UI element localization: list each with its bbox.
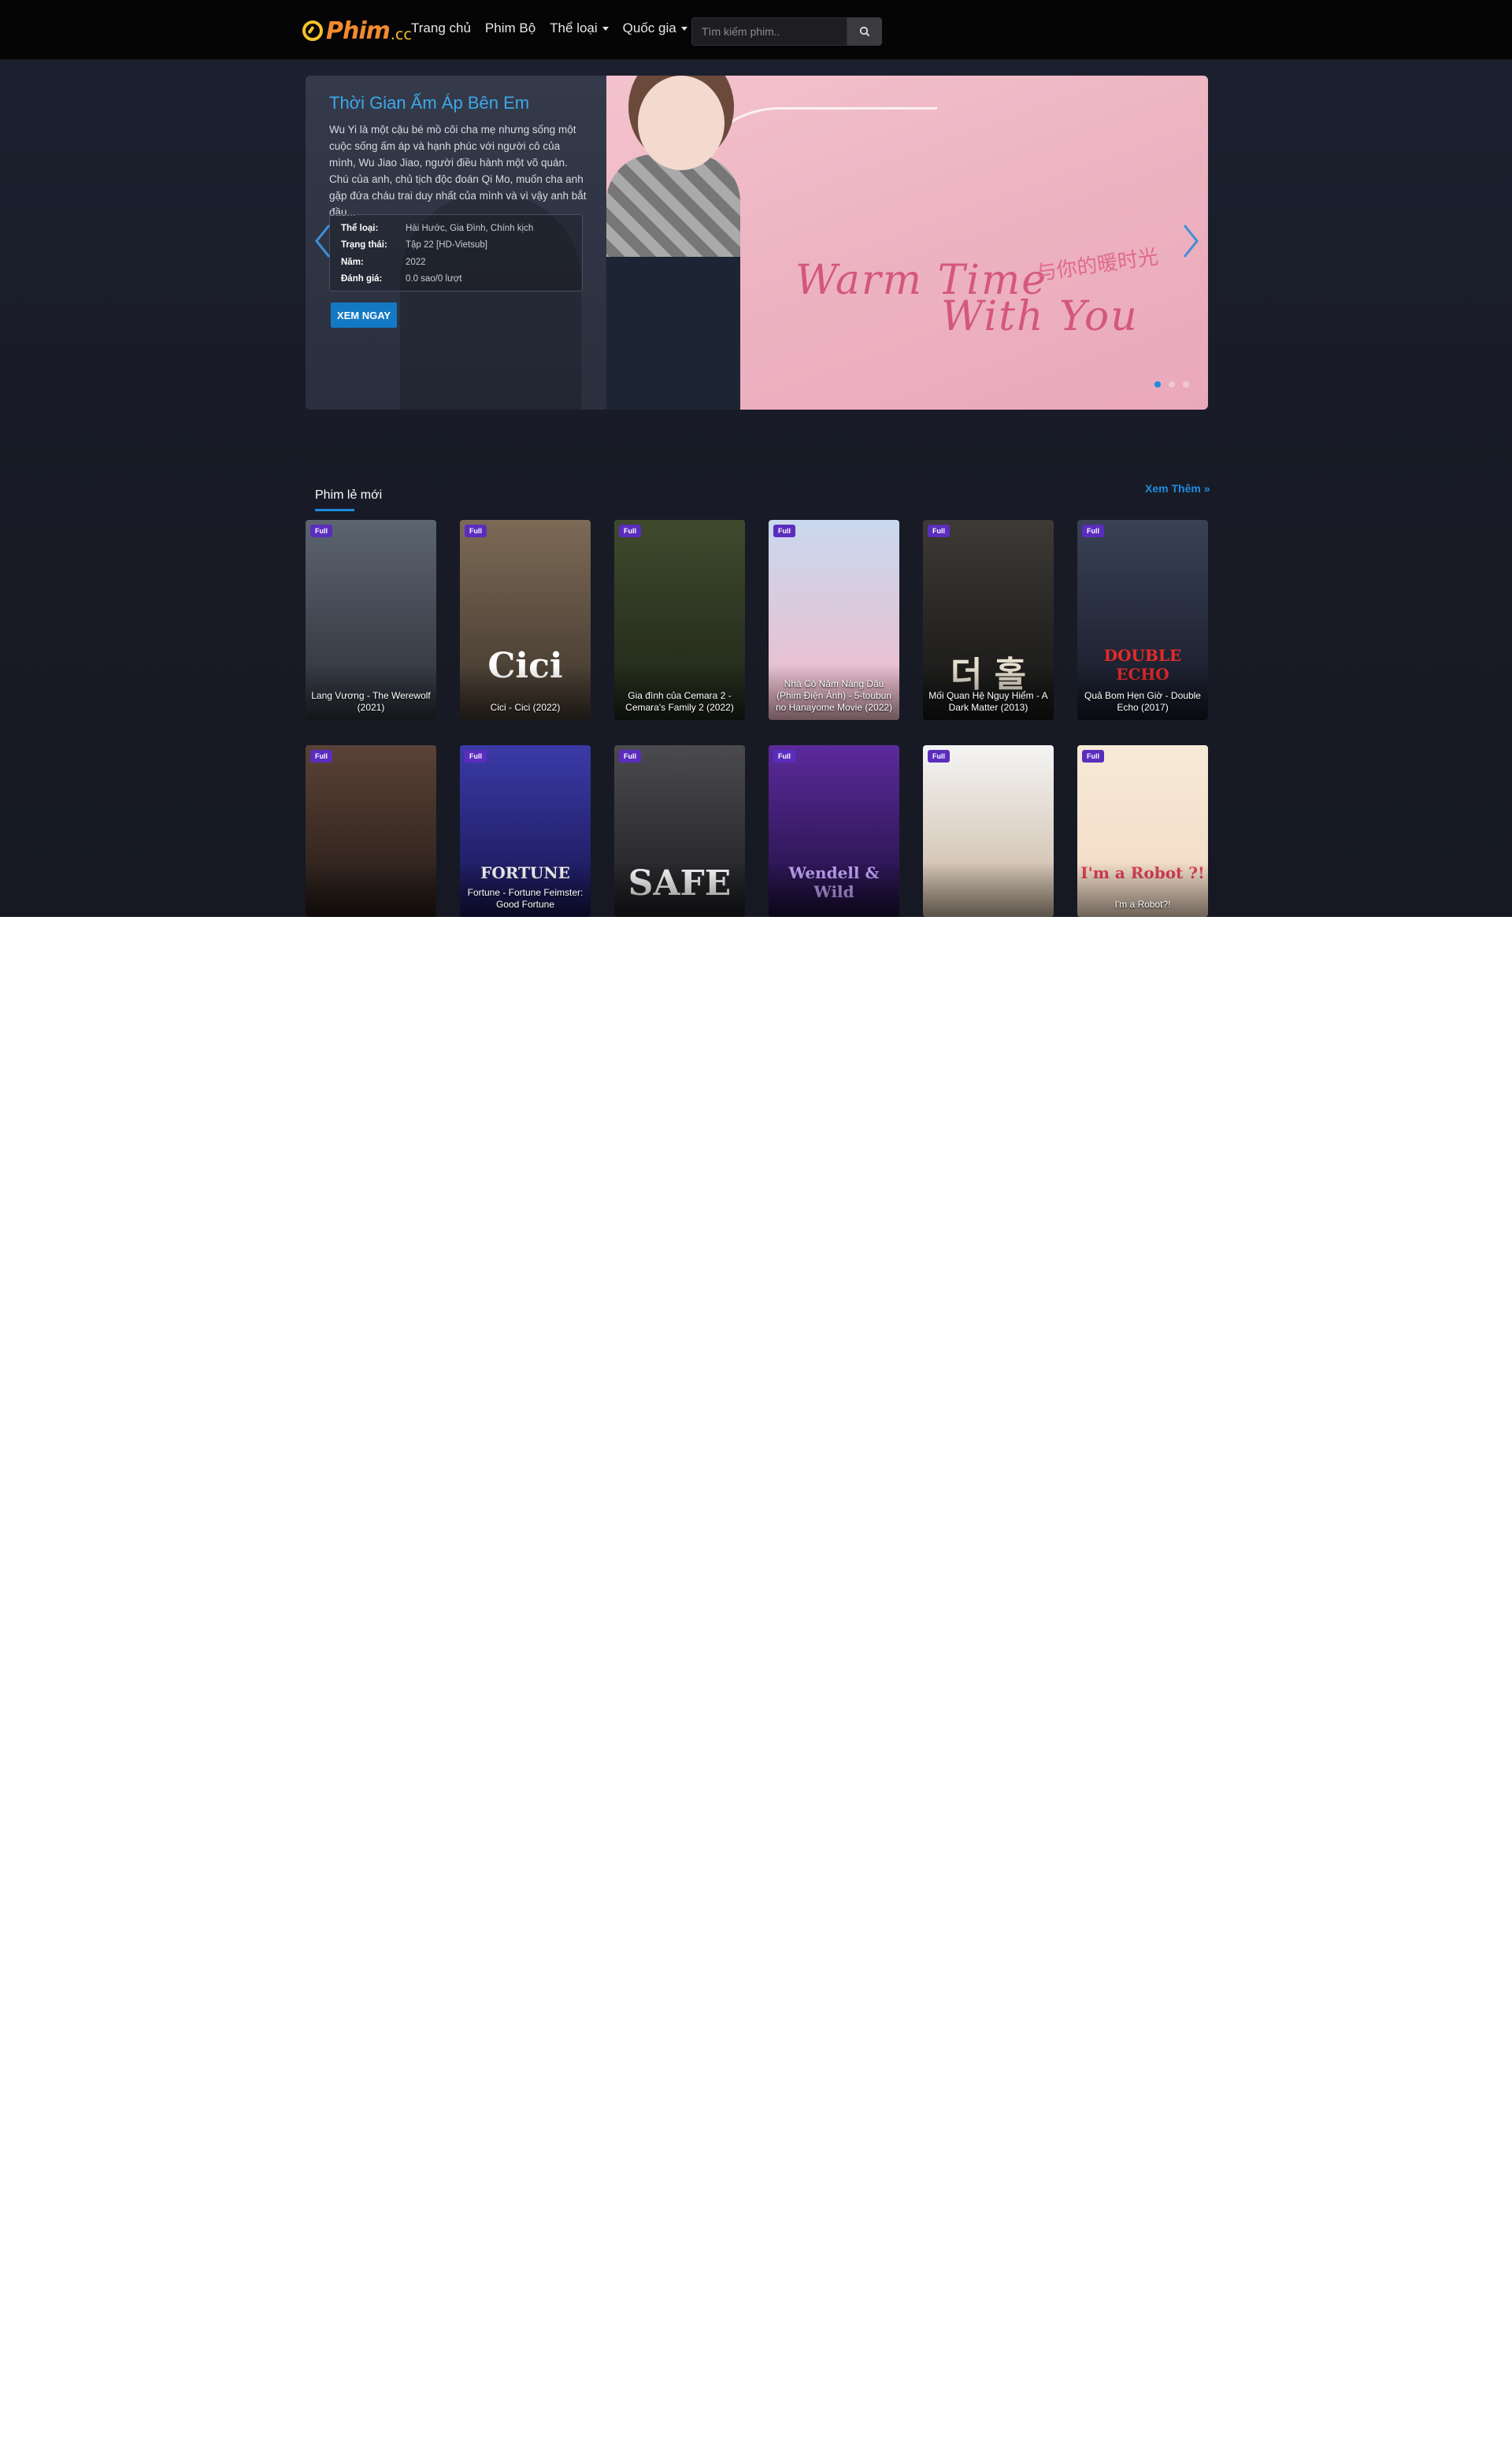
quality-badge: Full (1082, 525, 1104, 537)
movie-card[interactable]: I'm a Robot ?!FullI'm a Robot?! (1077, 745, 1208, 917)
poster-face (638, 76, 724, 170)
movie-card[interactable]: Full Gia đình của Cemara 2 - Cemara's Fam… (614, 520, 745, 720)
slider-dot[interactable] (1169, 381, 1175, 388)
search-input[interactable] (691, 17, 847, 46)
see-more-link[interactable]: Xem Thêm » (1145, 482, 1210, 495)
card-shade (923, 862, 1054, 917)
movie-title[interactable]: Nhà Có Năm Nàng Dâu (Phim Điện Ảnh) - 5-… (773, 678, 895, 714)
movie-card[interactable]: CiciFullCici - Cici (2022) (460, 520, 591, 720)
poster-title-line2: With You (941, 293, 1139, 340)
logo-text: Phim (326, 17, 391, 45)
quality-badge: Full (310, 750, 332, 763)
card-shade (306, 862, 436, 917)
info-key: Thể loại: (341, 223, 379, 233)
movie-card[interactable]: SAFEFull (614, 745, 745, 917)
hero-info-row: Năm: 2022 (341, 254, 571, 271)
section-underline (315, 509, 354, 511)
info-value: Tập 22 [HD-Vietsub] (406, 240, 487, 251)
watch-now-button[interactable]: XEM NGAY (331, 302, 397, 328)
movie-title[interactable]: Lang Vương - The Werewolf (2021) (310, 690, 432, 714)
logo-tld: .cc (390, 26, 412, 43)
slider-next-icon[interactable] (1181, 224, 1200, 258)
info-value: 0.0 sao/0 lượt (406, 274, 462, 284)
nav-item-series[interactable]: Phim Bộ (485, 20, 536, 36)
quality-badge: Full (928, 750, 950, 763)
info-key: Đánh giá: (341, 274, 383, 284)
movie-title[interactable]: Cici - Cici (2022) (465, 702, 586, 714)
movie-title[interactable]: Gia đình của Cemara 2 - Cemara's Family … (619, 690, 740, 714)
slider-dot[interactable] (1154, 381, 1161, 388)
search-box (691, 17, 882, 46)
logo-icon (302, 20, 323, 41)
movie-card[interactable]: DOUBLE ECHOFullQuả Bom Hẹn Giờ - Double … (1077, 520, 1208, 720)
movie-card[interactable]: Full (923, 745, 1054, 917)
movie-card[interactable]: Wendell & WildFull (769, 745, 899, 917)
info-value: 2022 (406, 257, 426, 267)
info-key: Trạng thái: (341, 240, 387, 251)
info-key: Năm: (341, 257, 364, 267)
movie-title[interactable]: Fortune - Fortune Feimster: Good Fortune (465, 887, 586, 911)
poster-title-cn: 与你的暖时光 (1034, 244, 1160, 285)
card-shade (614, 862, 745, 917)
movie-card[interactable]: FORTUNEFullFortune - Fortune Feimster: G… (460, 745, 591, 917)
hero-info-row: Trạng thái: Tập 22 [HD-Vietsub] (341, 237, 571, 254)
hero-description: Wu Yi là một cậu bé mồ côi cha mẹ nhưng … (329, 124, 587, 218)
movie-title[interactable]: Mối Quan Hệ Nguy Hiểm - A Dark Matter (2… (928, 690, 1049, 714)
poster-figure-skirt (606, 257, 740, 410)
nav-item-label: Thể loại (550, 20, 598, 35)
nav-item-label: Trang chủ (411, 20, 471, 35)
hero-info-row: Thể loại: Hài Hước, Gia Đình, Chính kịch (341, 220, 571, 237)
page-background: Phim .cc Trang chủ Phim Bộ Thể loại Quốc… (0, 0, 1512, 917)
section-title: Phim lẻ mới (315, 488, 383, 502)
quality-badge: Full (619, 750, 641, 763)
top-navbar: Phim .cc Trang chủ Phim Bộ Thể loại Quốc… (0, 0, 1512, 60)
quality-badge: Full (465, 750, 487, 763)
quality-badge: Full (773, 525, 795, 537)
slider-dot[interactable] (1183, 381, 1189, 388)
blank-area (0, 917, 1512, 2442)
hero-info-table: Thể loại: Hài Hước, Gia Đình, Chính kịch … (329, 214, 583, 291)
info-value: Hài Hước, Gia Đình, Chính kịch (406, 223, 534, 233)
site-logo[interactable]: Phim .cc (302, 16, 412, 46)
hero-title[interactable]: Thời Gian Ấm Áp Bên Em (329, 93, 529, 113)
main-nav: Trang chủ Phim Bộ Thể loại Quốc gia (411, 20, 687, 36)
nav-item-label: Quốc gia (622, 20, 676, 35)
hero-slider: Thời Gian Ấm Áp Bên Em Wu Yi là một cậu … (306, 76, 1208, 410)
quality-badge: Full (619, 525, 641, 537)
nav-item-genre[interactable]: Thể loại (550, 20, 609, 36)
caret-down-icon (602, 26, 609, 31)
quality-badge: Full (465, 525, 487, 537)
quality-badge: Full (928, 525, 950, 537)
movie-card[interactable]: Full Lang Vương - The Werewolf (2021) (306, 520, 436, 720)
hero-poster-image[interactable]: Warm Time With You 与你的暖时光 (606, 76, 1208, 410)
movie-title[interactable]: Quả Bom Hẹn Giờ - Double Echo (2017) (1082, 690, 1203, 714)
movie-title[interactable]: I'm a Robot?! (1082, 899, 1203, 911)
hero-info-row: Đánh giá: 0.0 sao/0 lượt (341, 271, 571, 288)
caret-down-icon (680, 26, 687, 31)
search-icon (859, 26, 870, 37)
search-button[interactable] (847, 17, 882, 46)
quality-badge: Full (310, 525, 332, 537)
movie-card[interactable]: Full (306, 745, 436, 917)
quality-badge: Full (773, 750, 795, 763)
quality-badge: Full (1082, 750, 1104, 763)
card-shade (769, 862, 899, 917)
movie-card[interactable]: Full Nhà Có Năm Nàng Dâu (Phim Điện Ảnh) … (769, 520, 899, 720)
movie-card[interactable]: 더 홀FullMối Quan Hệ Nguy Hiểm - A Dark Ma… (923, 520, 1054, 720)
slider-prev-icon[interactable] (313, 224, 332, 258)
slider-dots (1154, 381, 1189, 388)
nav-item-country[interactable]: Quốc gia (623, 20, 687, 36)
hero-info-panel: Thời Gian Ấm Áp Bên Em Wu Yi là một cậu … (306, 76, 606, 410)
nav-item-label: Phim Bộ (484, 20, 536, 35)
nav-item-home[interactable]: Trang chủ (411, 20, 471, 36)
